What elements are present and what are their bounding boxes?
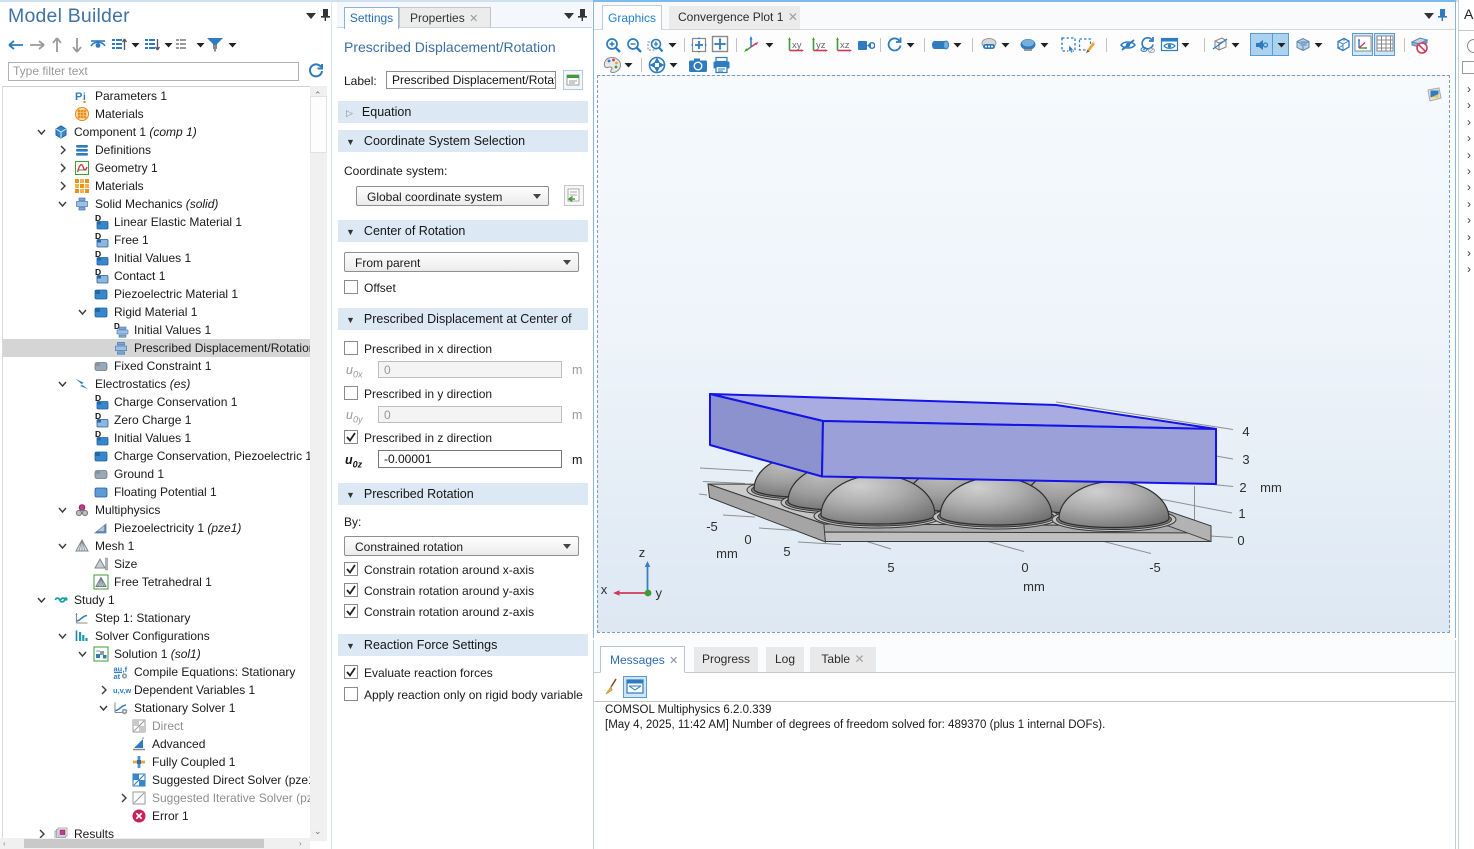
svg-text:mm: mm [1260,480,1282,495]
svg-text:-5: -5 [1149,560,1161,575]
svg-text:xz: xz [840,40,850,51]
svg-text:u,v,w: u,v,w [113,686,131,695]
svg-text:0: 0 [1237,533,1244,548]
svg-text:xy: xy [792,40,802,51]
svg-text:0: 0 [1021,560,1028,575]
svg-text:3: 3 [1242,452,1249,467]
svg-text:1: 1 [1238,506,1245,521]
svg-text:yz: yz [816,40,826,51]
svg-text:at: at [114,672,121,680]
svg-text:mm: mm [716,546,738,561]
svg-text:y: y [656,586,663,601]
svg-text:x: x [601,582,608,597]
svg-text:D: D [114,322,120,331]
svg-text:mm: mm [1023,579,1045,594]
svg-text:2: 2 [1239,480,1246,495]
svg-text:,f: ,f [123,665,128,674]
svg-text:4: 4 [1242,424,1249,439]
svg-text:z: z [639,545,646,560]
svg-text:0: 0 [744,532,751,547]
svg-text:5: 5 [887,560,894,575]
svg-text:5: 5 [783,544,790,559]
svg-text:-5: -5 [706,519,718,534]
svg-text:P: P [75,91,82,103]
